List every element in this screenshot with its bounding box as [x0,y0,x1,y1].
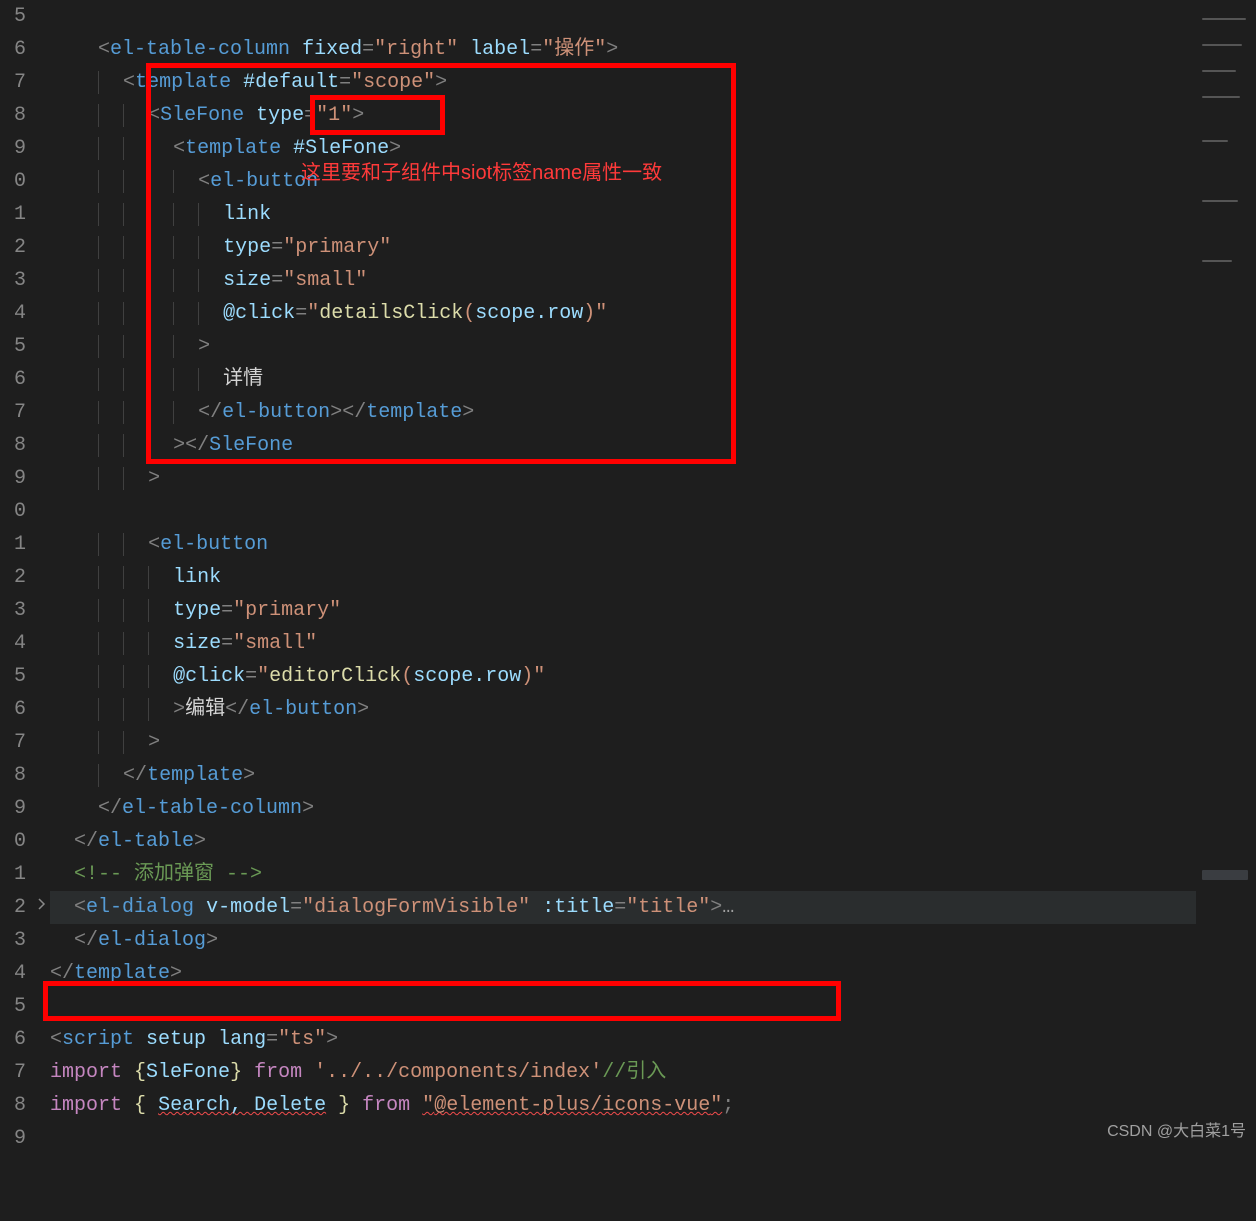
code-line[interactable]: <SleFone type="1"> [50,99,1256,132]
code-line[interactable]: link [50,561,1256,594]
code-line[interactable] [50,495,1256,528]
code-line[interactable]: > [50,330,1256,363]
code-line[interactable] [50,1122,1256,1155]
annotation-text: 这里要和子组件中siot标签name属性一致 [301,157,662,190]
code-line[interactable]: > [50,462,1256,495]
code-line[interactable]: @click="detailsClick(scope.row)" [50,297,1256,330]
code-line[interactable]: </el-button></template> [50,396,1256,429]
code-line[interactable]: @click="editorClick(scope.row)" [50,660,1256,693]
code-line[interactable]: <el-table-column fixed="right" label="操作… [50,33,1256,66]
code-line[interactable]: <el-dialog v-model="dialogFormVisible" :… [50,891,1256,924]
code-line[interactable]: </el-table> [50,825,1256,858]
code-line[interactable]: type="primary" [50,594,1256,627]
line-number-gutter: 56789012345678901234567890123456789 [0,0,30,1156]
code-line[interactable]: > [50,726,1256,759]
code-line[interactable]: 详情 [50,363,1256,396]
code-line[interactable]: <template #default="scope"> [50,66,1256,99]
watermark: CSDN @大白菜1号 [1107,1115,1246,1148]
code-line[interactable] [50,990,1256,1023]
code-line[interactable]: type="primary" [50,231,1256,264]
code-line[interactable] [50,1155,1256,1188]
fold-chevron-icon[interactable] [33,858,49,874]
code-line[interactable]: ></SleFone [50,429,1256,462]
code-line[interactable]: </template> [50,759,1256,792]
code-line[interactable]: import {SleFone} from '../../components/… [50,1056,1256,1089]
code-line[interactable]: <!-- 添加弹窗 --> [50,858,1256,891]
code-line[interactable]: </el-table-column> [50,792,1256,825]
minimap[interactable] [1196,0,1256,1156]
code-line[interactable]: size="small" [50,264,1256,297]
code-line[interactable]: <script setup lang="ts"> [50,1023,1256,1056]
code-line[interactable]: <el-button [50,528,1256,561]
code-line[interactable]: >编辑</el-button> [50,693,1256,726]
code-line[interactable]: </el-dialog> [50,924,1256,957]
code-line[interactable]: size="small" [50,627,1256,660]
code-line[interactable]: link [50,198,1256,231]
code-line[interactable]: </template> [50,957,1256,990]
code-line[interactable]: import { Search, Delete } from "@element… [50,1089,1256,1122]
